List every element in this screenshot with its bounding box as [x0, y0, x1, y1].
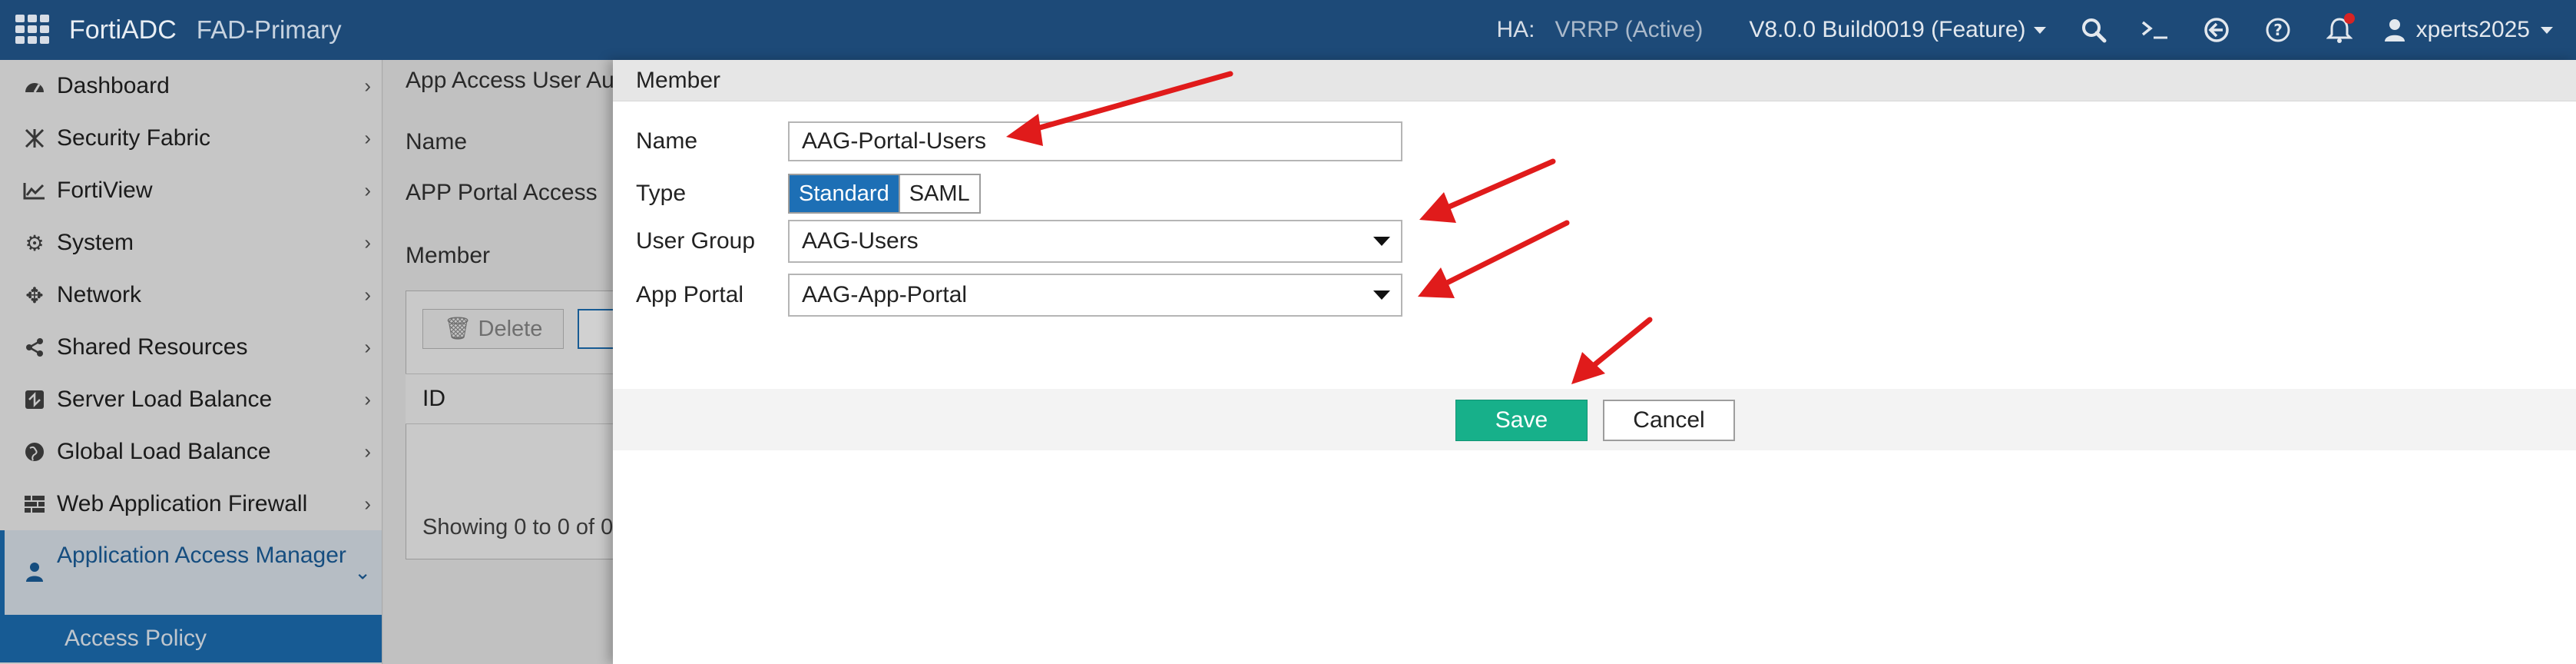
caret-down-icon	[2541, 26, 2553, 34]
dropdown-arrow-icon	[1373, 290, 1390, 300]
type-toggle: Standard SAML	[788, 174, 981, 214]
svg-text:?: ?	[2273, 21, 2283, 39]
brand-name: FortiADC	[69, 15, 177, 45]
user-icon	[2384, 19, 2405, 42]
user-group-row: User Group AAG-Users	[636, 220, 1402, 263]
type-option-saml[interactable]: SAML	[898, 175, 979, 212]
name-label: Name	[636, 128, 698, 154]
caret-down-icon	[2033, 26, 2046, 34]
type-label: Type	[636, 181, 687, 206]
dialog-footer	[613, 389, 2576, 450]
notification-badge	[2343, 13, 2355, 24]
top-right-area: HA: VRRP (Active) V8.0.0 Build0019 (Feat…	[1496, 0, 2553, 60]
ha-status: VRRP (Active)	[1555, 17, 1704, 42]
version-dropdown[interactable]: V8.0.0 Build0019 (Feature)	[1749, 17, 2046, 43]
dropdown-arrow-icon	[1373, 237, 1390, 246]
top-bar: FortiADC FAD-Primary HA: VRRP (Active) V…	[0, 0, 2576, 60]
app-portal-row: App Portal AAG-App-Portal	[636, 274, 1402, 317]
search-icon[interactable]	[2077, 13, 2111, 47]
help-icon[interactable]: ?	[2261, 13, 2295, 47]
version-label: V8.0.0 Build0019 (Feature)	[1749, 17, 2026, 42]
dialog-title: Member	[613, 60, 2576, 101]
name-input[interactable]	[788, 121, 1402, 161]
username: xperts2025	[2415, 17, 2530, 42]
user-group-label: User Group	[636, 228, 756, 254]
cli-console-icon[interactable]	[2138, 13, 2172, 47]
save-button[interactable]: Save	[1455, 400, 1588, 441]
app-portal-select[interactable]: AAG-App-Portal	[788, 274, 1402, 317]
hostname: FAD-Primary	[196, 15, 342, 44]
ha-label: HA:	[1496, 17, 1535, 42]
user-group-select[interactable]: AAG-Users	[788, 220, 1402, 263]
logout-back-icon[interactable]	[2200, 13, 2233, 47]
type-option-standard[interactable]: Standard	[790, 175, 899, 212]
notification-bell-icon[interactable]	[2323, 13, 2356, 47]
user-menu[interactable]: xperts2025	[2384, 17, 2553, 43]
cancel-button[interactable]: Cancel	[1603, 400, 1735, 441]
type-row: Type Standard SAML	[636, 174, 981, 214]
member-dialog: Member Name Type Standard SAML User Grou…	[613, 60, 2576, 664]
app-portal-label: App Portal	[636, 282, 744, 307]
modal-backdrop	[0, 60, 613, 664]
name-row: Name	[636, 121, 1402, 161]
app-grid-icon[interactable]	[15, 15, 55, 45]
